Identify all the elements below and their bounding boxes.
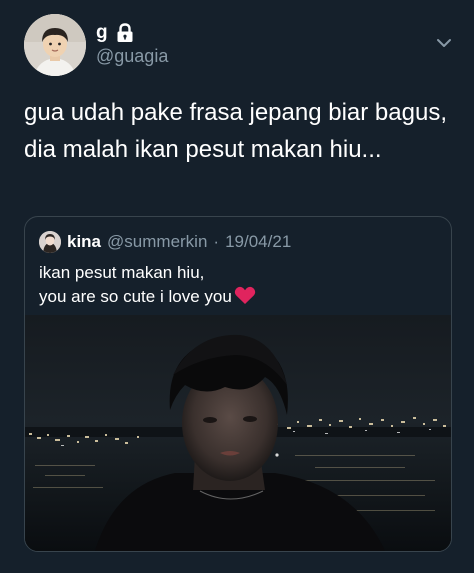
avatar-image: [24, 14, 86, 76]
quoted-tweet-header: kina @summerkin · 19/04/21: [39, 229, 291, 255]
quoted-tweet-text: ikan pesut makan hiu, you are so cute i …: [39, 261, 439, 309]
author-handle[interactable]: @guagia: [96, 46, 168, 67]
quoted-tweet[interactable]: kina @summerkin · 19/04/21 ikan pesut ma…: [24, 216, 452, 552]
quoted-text-line-2: you are so cute i love you: [39, 287, 232, 306]
quoted-author-avatar[interactable]: [39, 231, 61, 253]
quoted-tweet-photo[interactable]: [25, 315, 451, 551]
lock-icon: [116, 23, 134, 43]
tweet-text: gua udah pake frasa jepang biar bagus, d…: [24, 99, 454, 163]
quoted-text-line-1: ikan pesut makan hiu,: [39, 263, 205, 282]
quoted-author-handle[interactable]: @summerkin: [107, 232, 207, 252]
author-avatar[interactable]: [24, 14, 86, 76]
author-display-name[interactable]: g: [96, 22, 108, 44]
quoted-date: 19/04/21: [225, 232, 292, 251]
quoted-text-line-2-row: you are so cute i love you: [39, 285, 439, 309]
quoted-author-name[interactable]: kina: [67, 232, 101, 252]
tweet: g @guagia gua udah pake frasa jepang bia…: [0, 0, 474, 573]
heart-icon: [234, 286, 256, 305]
author-name-row: g: [96, 20, 134, 46]
quoted-separator: ·: [213, 232, 220, 251]
chevron-down-icon[interactable]: [436, 36, 452, 48]
